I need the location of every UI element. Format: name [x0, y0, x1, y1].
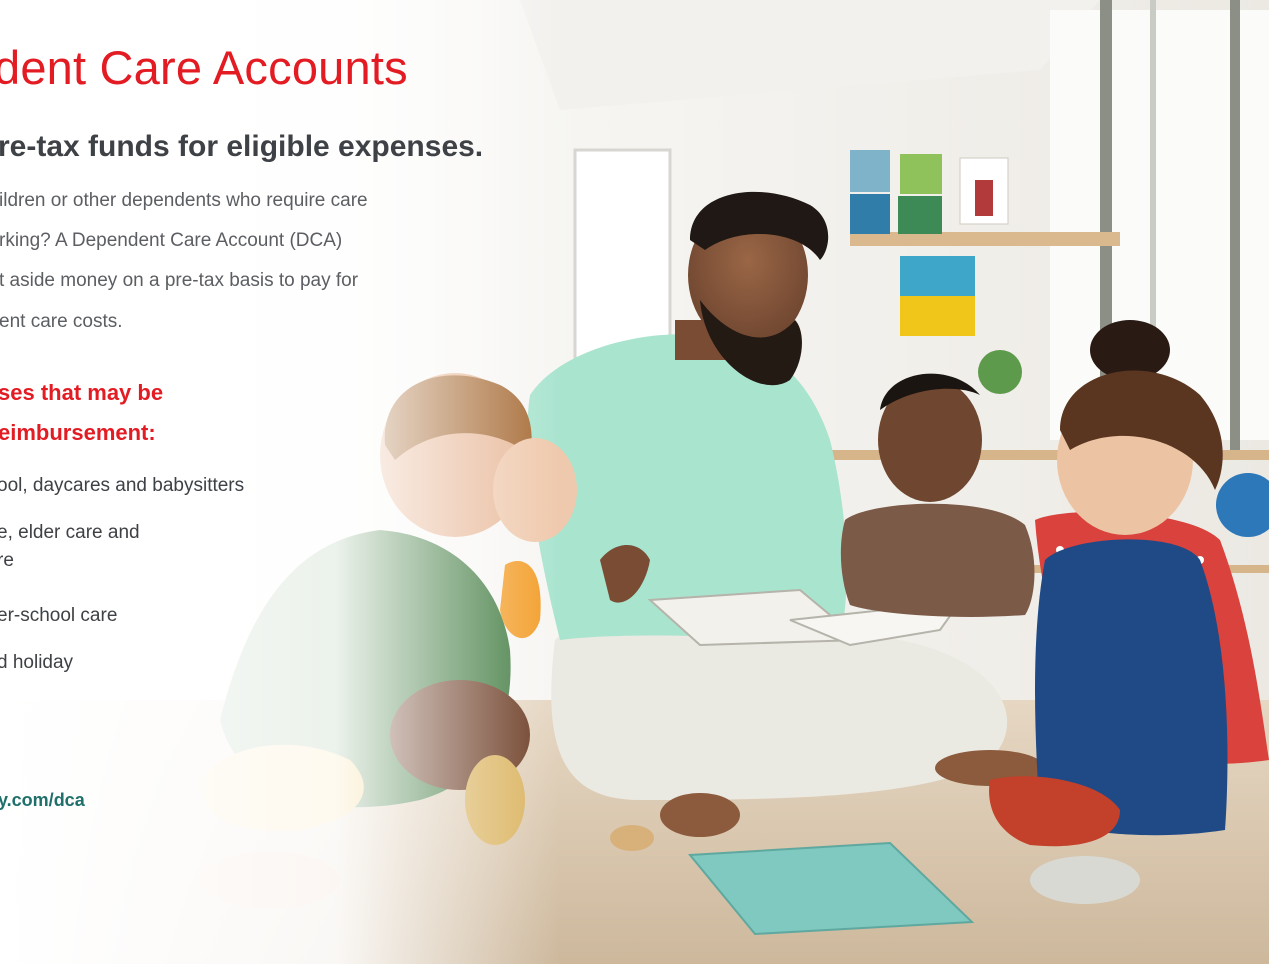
page-title: dent Care Accounts	[0, 41, 408, 94]
expense-item: e, elder care and	[0, 522, 140, 543]
eligible-heading: eimbursement:	[0, 420, 156, 445]
page-subtitle: re-tax funds for eligible expenses.	[0, 130, 484, 163]
expense-item: er-school care	[0, 605, 118, 626]
intro-line: rking? A Dependent Care Account (DCA)	[0, 230, 343, 251]
intro-line: ent care costs.	[0, 311, 123, 332]
dca-url-link[interactable]: y.com/dca	[0, 790, 85, 811]
text-panel: dent Care Accounts re-tax funds for elig…	[0, 0, 560, 964]
intro-line: ildren or other dependents who require c…	[0, 190, 368, 211]
expense-item: d holiday	[0, 652, 74, 673]
expense-item: ool, daycares and babysitters	[0, 475, 245, 496]
eligible-heading: ses that may be	[0, 380, 164, 405]
intro-line: t aside money on a pre-tax basis to pay …	[0, 270, 359, 291]
expense-item: re	[0, 550, 14, 571]
